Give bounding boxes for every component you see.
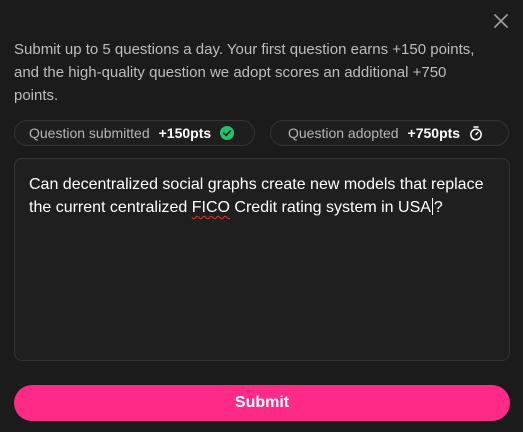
- submit-button[interactable]: Submit: [14, 385, 510, 421]
- misspelled-word: FICO: [191, 199, 230, 216]
- close-icon[interactable]: [492, 12, 510, 30]
- question-input[interactable]: Can decentralized social graphs create n…: [14, 158, 510, 361]
- question-submitted-badge: Question submitted +150pts: [14, 120, 255, 146]
- text-cursor: [431, 198, 433, 215]
- question-text-middle: Credit rating system in USA: [229, 199, 431, 216]
- question-submitted-points: +150pts: [158, 125, 212, 141]
- stopwatch-icon: [469, 125, 483, 141]
- question-adopted-badge: Question adopted +750pts: [270, 120, 509, 146]
- question-adopted-label: Question adopted: [288, 125, 399, 141]
- check-circle-icon: [220, 126, 235, 140]
- question-submitted-label: Question submitted: [29, 125, 150, 141]
- question-submission-dialog: Submit up to 5 questions a day. Your fir…: [0, 0, 523, 432]
- instructions-text: Submit up to 5 questions a day. Your fir…: [14, 41, 475, 104]
- question-adopted-points: +750pts: [407, 125, 461, 141]
- question-text-end: ?: [433, 199, 443, 216]
